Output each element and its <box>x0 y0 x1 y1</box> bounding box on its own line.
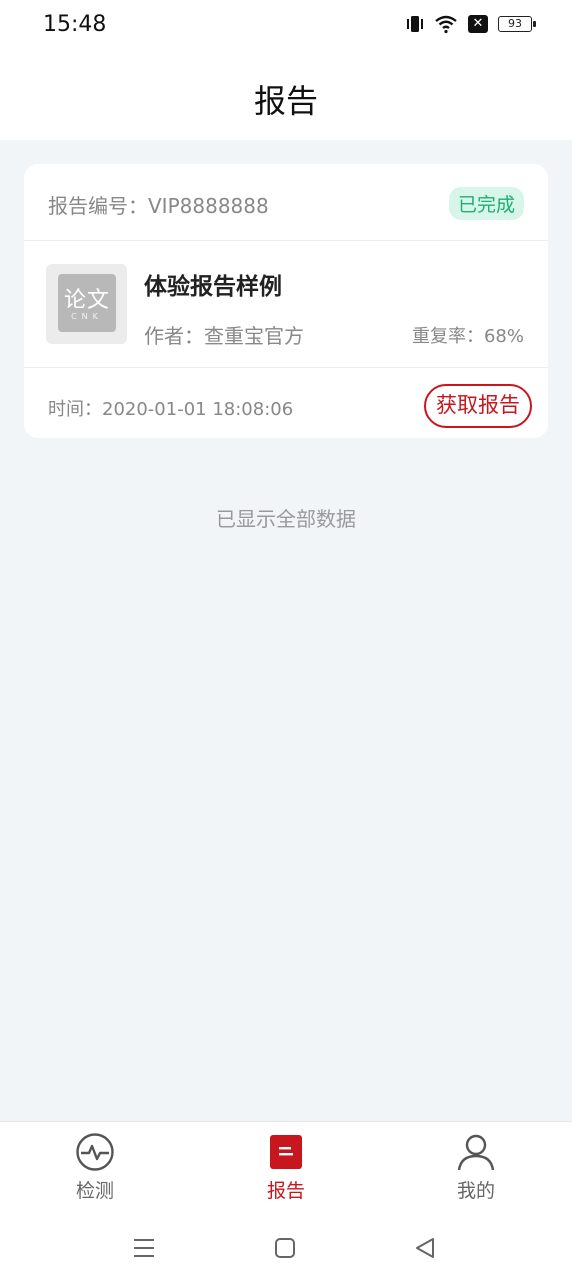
duplicate-rate: 重复率：68% <box>411 326 524 347</box>
get-report-button[interactable]: 获取报告 <box>424 384 532 428</box>
all-data-loaded-message: 已显示全部数据 <box>216 507 356 531</box>
report-icon <box>270 1135 302 1169</box>
user-icon <box>457 1134 495 1171</box>
x-badge-icon: ✕ <box>468 15 488 33</box>
tab-detect[interactable]: 检测 <box>45 1132 145 1203</box>
report-card-header: 报告编号：VIP8888888 已完成 <box>24 164 548 241</box>
document-thumbnail: 论文 CNK <box>46 264 127 344</box>
tab-detect-label: 检测 <box>75 1180 114 1202</box>
status-bar: 15:48 ✕ 93 <box>0 0 572 52</box>
system-navigation-bar <box>0 1216 572 1280</box>
thumbnail-logo-sub: CNK <box>71 312 103 321</box>
tab-mine-label: 我的 <box>456 1180 495 1202</box>
status-badge: 已完成 <box>448 187 524 220</box>
document-author: 作者：查重宝官方 <box>144 324 304 348</box>
tab-report-label: 报告 <box>266 1180 305 1202</box>
report-time: 时间：2020-01-01 18:08:06 <box>48 399 294 420</box>
tab-mine[interactable]: 我的 <box>426 1132 526 1203</box>
tab-bar: 检测 报告 我的 <box>0 1121 572 1216</box>
menu-icon[interactable] <box>130 1234 158 1262</box>
status-icons: ✕ 93 <box>406 14 536 34</box>
status-time: 15:48 <box>43 12 107 37</box>
report-card-footer: 时间：2020-01-01 18:08:06 获取报告 <box>24 368 548 438</box>
wifi-icon <box>435 15 457 34</box>
report-card[interactable]: 报告编号：VIP8888888 已完成 论文 CNK 体验报告样例 作者：查重宝… <box>24 164 548 438</box>
tab-report[interactable]: 报告 <box>236 1132 336 1203</box>
heartbeat-icon <box>76 1133 114 1171</box>
battery-icon: 93 <box>498 16 536 32</box>
page-title: 报告 <box>253 82 318 120</box>
report-number: 报告编号：VIP8888888 <box>48 194 269 218</box>
document-title: 体验报告样例 <box>144 274 282 300</box>
vibrate-icon <box>407 16 423 32</box>
home-icon[interactable] <box>271 1234 299 1262</box>
back-icon[interactable] <box>411 1234 439 1262</box>
thumbnail-logo: 论文 CNK <box>58 274 116 332</box>
thumbnail-logo-text: 论文 <box>63 288 110 313</box>
report-card-body: 论文 CNK 体验报告样例 作者：查重宝官方 重复率：68% <box>24 241 548 368</box>
header: 报告 <box>0 52 572 140</box>
